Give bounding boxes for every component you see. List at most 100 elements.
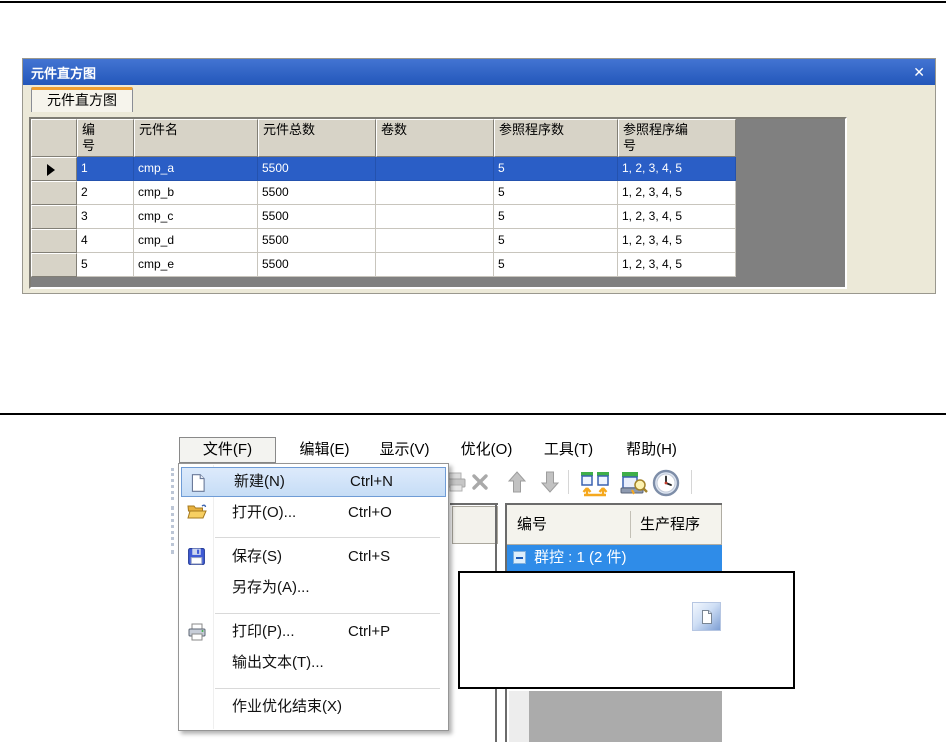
column-header-name[interactable]: 元件名 bbox=[134, 119, 258, 157]
panel-margin-strip bbox=[509, 691, 529, 742]
window-title: 元件直方图 bbox=[31, 65, 97, 81]
menu-item-shortcut: Ctrl+S bbox=[348, 548, 391, 565]
cell-ref-ids: 1, 2, 3, 4, 5 bbox=[618, 253, 736, 277]
table-row[interactable]: 1 cmp_a 5500 5 1, 2, 3, 4, 5 bbox=[31, 157, 845, 181]
toolbar-grip[interactable] bbox=[171, 468, 174, 500]
column-header-selector[interactable] bbox=[31, 119, 77, 157]
menubar-item-file[interactable]: 文件(F) bbox=[179, 437, 276, 463]
tab-component-histogram[interactable]: 元件直方图 bbox=[31, 87, 133, 112]
cell-total: 5500 bbox=[258, 253, 376, 277]
cell-total: 5500 bbox=[258, 205, 376, 229]
row-selector-cell bbox=[31, 181, 77, 205]
menu-separator bbox=[215, 613, 440, 614]
menu-item-label: 作业优化结束(X) bbox=[232, 698, 342, 715]
cell-ref-count: 5 bbox=[494, 229, 618, 253]
menu-item-save-as[interactable]: 另存为(A)... bbox=[180, 573, 447, 603]
move-up-icon[interactable] bbox=[506, 470, 528, 499]
cell-name: cmp_c bbox=[134, 205, 258, 229]
menu-item-open[interactable]: 打开(O)... Ctrl+O bbox=[180, 498, 447, 528]
tab-label: 元件直方图 bbox=[47, 92, 117, 108]
menu-item-label: 输出文本(T)... bbox=[232, 654, 324, 671]
clock-icon[interactable] bbox=[652, 469, 680, 502]
menu-item-export-text[interactable]: 输出文本(T)... bbox=[180, 648, 447, 678]
cell-id: 2 bbox=[77, 181, 134, 205]
left-panel-top-border bbox=[450, 503, 498, 505]
menubar-item-view[interactable]: 显示(V) bbox=[368, 437, 441, 463]
cell-ref-ids: 1, 2, 3, 4, 5 bbox=[618, 157, 736, 181]
grid-header-row: 编号 元件名 元件总数 卷数 参照程序数 参照程序编号 bbox=[31, 119, 845, 157]
cell-ref-count: 5 bbox=[494, 253, 618, 277]
row-selector-cell bbox=[31, 229, 77, 253]
new-document-icon bbox=[692, 602, 721, 631]
column-header-rolls[interactable]: 卷数 bbox=[376, 119, 494, 157]
menu-item-label: 打印(P)... bbox=[232, 623, 295, 640]
menu-item-label: 打开(O)... bbox=[232, 504, 297, 521]
collapse-minus-icon[interactable] bbox=[513, 551, 526, 564]
table-row[interactable]: 5 cmp_e 5500 5 1, 2, 3, 4, 5 bbox=[31, 253, 845, 277]
cell-rolls bbox=[376, 253, 494, 277]
menu-item-end-optimization[interactable]: 作业优化结束(X) bbox=[180, 692, 447, 722]
column-header-id[interactable]: 编号 bbox=[77, 119, 134, 157]
table-row[interactable]: 2 cmp_b 5500 5 1, 2, 3, 4, 5 bbox=[31, 181, 845, 205]
table-row[interactable]: 4 cmp_d 5500 5 1, 2, 3, 4, 5 bbox=[31, 229, 845, 253]
cell-total: 5500 bbox=[258, 181, 376, 205]
header-separator bbox=[630, 511, 631, 538]
toolbar-separator bbox=[691, 470, 692, 494]
column-header-ref-ids[interactable]: 参照程序编号 bbox=[618, 119, 736, 157]
move-down-icon[interactable] bbox=[539, 470, 561, 499]
menu-item-new[interactable]: 新建(N) Ctrl+N bbox=[181, 467, 446, 497]
screenshot-page: 元件直方图 ✕ 元件直方图 编号 元件名 元件总数 卷数 参照程序数 参照程序编… bbox=[0, 0, 946, 742]
delete-icon[interactable] bbox=[470, 472, 490, 497]
cell-rolls bbox=[376, 205, 494, 229]
cell-name: cmp_a bbox=[134, 157, 258, 181]
cell-ref-count: 5 bbox=[494, 205, 618, 229]
column-header-program[interactable]: 生产程序 bbox=[640, 505, 700, 544]
cell-ref-ids: 1, 2, 3, 4, 5 bbox=[618, 181, 736, 205]
toolbar-separator bbox=[568, 470, 569, 494]
titlebar: 元件直方图 ✕ bbox=[23, 59, 935, 85]
menu-item-label: 新建(N) bbox=[234, 473, 285, 490]
menu-item-print[interactable]: 打印(P)... Ctrl+P bbox=[180, 617, 447, 647]
right-panel-header: 编号 生产程序 bbox=[507, 505, 722, 545]
component-data-grid: 编号 元件名 元件总数 卷数 参照程序数 参照程序编号 1 cmp_a 5500… bbox=[29, 117, 847, 289]
menubar-item-tools[interactable]: 工具(T) bbox=[532, 437, 605, 463]
column-header-total[interactable]: 元件总数 bbox=[258, 119, 376, 157]
menu-item-shortcut: Ctrl+O bbox=[348, 504, 392, 521]
menu-item-label: 保存(S) bbox=[232, 548, 282, 565]
menu-item-save[interactable]: 保存(S) Ctrl+S bbox=[180, 542, 447, 572]
file-menu-dropdown: 新建(N) Ctrl+N 打开(O)... Ctrl+O 保存(S) Ctrl+… bbox=[178, 463, 449, 731]
machine-group-icon[interactable] bbox=[578, 467, 612, 506]
menubar-item-edit[interactable]: 编辑(E) bbox=[288, 437, 361, 463]
menubar-item-optimize[interactable]: 优化(O) bbox=[450, 437, 523, 463]
menu-separator bbox=[215, 537, 440, 538]
callout-box bbox=[458, 571, 795, 689]
cell-ref-ids: 1, 2, 3, 4, 5 bbox=[618, 229, 736, 253]
menu-item-label: 另存为(A)... bbox=[232, 579, 310, 596]
menu-separator bbox=[215, 688, 440, 689]
cell-ref-count: 5 bbox=[494, 181, 618, 205]
cell-total: 5500 bbox=[258, 229, 376, 253]
machine-optimize-icon[interactable] bbox=[618, 468, 650, 505]
menubar-item-help[interactable]: 帮助(H) bbox=[615, 437, 688, 463]
close-icon[interactable]: ✕ bbox=[913, 59, 925, 85]
cell-ref-ids: 1, 2, 3, 4, 5 bbox=[618, 205, 736, 229]
tree-item-label: 群控 : 1 (2 件) bbox=[534, 549, 627, 566]
cell-id: 1 bbox=[77, 157, 134, 181]
print-icon bbox=[187, 622, 207, 642]
tree-item-group-control[interactable]: 群控 : 1 (2 件) bbox=[507, 545, 722, 571]
component-histogram-window: 元件直方图 ✕ 元件直方图 编号 元件名 元件总数 卷数 参照程序数 参照程序编… bbox=[22, 58, 936, 294]
open-folder-icon bbox=[187, 503, 207, 523]
column-header-ref-count[interactable]: 参照程序数 bbox=[494, 119, 618, 157]
cell-total: 5500 bbox=[258, 157, 376, 181]
panel-grip[interactable] bbox=[171, 506, 174, 554]
column-header-number[interactable]: 编号 bbox=[517, 505, 547, 544]
cell-ref-count: 5 bbox=[494, 157, 618, 181]
cell-id: 3 bbox=[77, 205, 134, 229]
cell-rolls bbox=[376, 157, 494, 181]
cell-id: 5 bbox=[77, 253, 134, 277]
current-row-arrow bbox=[47, 164, 55, 176]
row-selector-cell bbox=[31, 157, 77, 181]
table-row[interactable]: 3 cmp_c 5500 5 1, 2, 3, 4, 5 bbox=[31, 205, 845, 229]
divider-top bbox=[0, 1, 946, 3]
workspace-area bbox=[529, 691, 722, 742]
